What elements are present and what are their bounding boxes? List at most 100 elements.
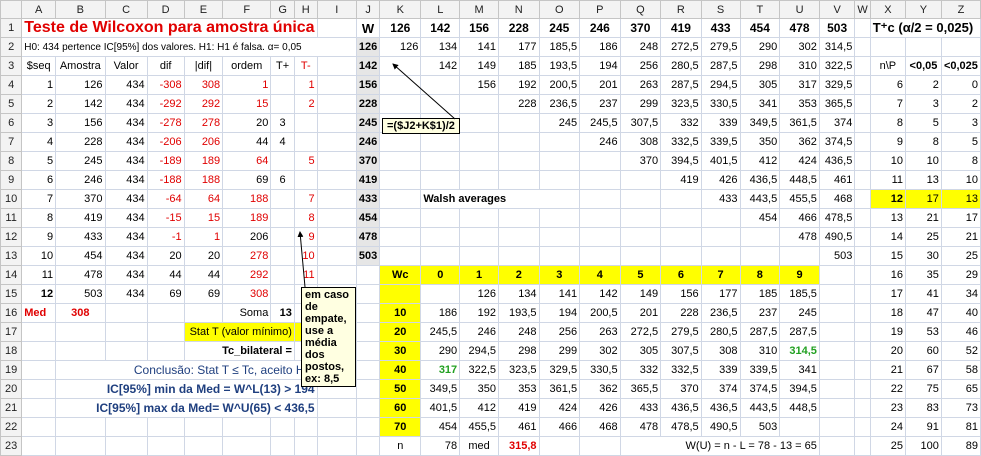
- cell[interactable]: 237: [739, 303, 781, 323]
- cell[interactable]: 370: [355, 151, 381, 171]
- cell[interactable]: Med: [21, 303, 57, 323]
- cell[interactable]: 5: [21, 151, 57, 171]
- cell[interactable]: 248: [619, 37, 662, 57]
- cell[interactable]: -278: [146, 113, 185, 133]
- cell[interactable]: 329,5: [538, 360, 581, 380]
- row-header[interactable]: 4: [0, 75, 23, 95]
- empty-cell[interactable]: [818, 341, 856, 361]
- cell[interactable]: 6: [660, 265, 702, 285]
- cell[interactable]: 307,5: [619, 113, 662, 133]
- cell[interactable]: 362: [579, 379, 621, 399]
- empty-cell[interactable]: [579, 208, 621, 228]
- cell[interactable]: 1: [21, 75, 57, 95]
- empty-cell[interactable]: [498, 151, 540, 171]
- empty-cell[interactable]: [316, 75, 357, 95]
- column-header-z[interactable]: Z: [940, 0, 981, 19]
- empty-cell[interactable]: [146, 436, 185, 456]
- empty-cell[interactable]: [316, 246, 357, 266]
- cell[interactable]: 278: [222, 246, 272, 266]
- cell[interactable]: 21: [905, 208, 942, 228]
- empty-cell[interactable]: [498, 170, 540, 190]
- cell[interactable]: 65: [940, 379, 981, 399]
- cell[interactable]: 1: [183, 227, 224, 247]
- empty-cell[interactable]: [818, 360, 856, 380]
- cell[interactable]: ordem: [222, 56, 272, 76]
- empty-cell[interactable]: [379, 208, 422, 228]
- empty-cell[interactable]: [498, 227, 540, 247]
- cell[interactable]: Conclusão: Stat T ≤ Tc, aceito H0.: [55, 360, 318, 380]
- cell[interactable]: 10: [869, 151, 907, 171]
- empty-cell[interactable]: [104, 417, 148, 437]
- empty-cell[interactable]: [779, 246, 820, 266]
- empty-cell[interactable]: [379, 246, 422, 266]
- empty-cell[interactable]: [270, 227, 295, 247]
- empty-cell[interactable]: [538, 227, 581, 247]
- cell[interactable]: 280,5: [660, 56, 702, 76]
- cell[interactable]: 246: [579, 132, 621, 152]
- cell[interactable]: 374: [818, 113, 856, 133]
- empty-cell[interactable]: [459, 208, 500, 228]
- cell[interactable]: 330,5: [579, 360, 621, 380]
- cell[interactable]: 245: [538, 18, 581, 38]
- cell[interactable]: 443,5: [739, 398, 781, 418]
- cell[interactable]: 10: [21, 246, 57, 266]
- cell[interactable]: 20: [183, 246, 224, 266]
- empty-cell[interactable]: [316, 417, 357, 437]
- cell[interactable]: 3: [538, 265, 581, 285]
- cell[interactable]: 35: [905, 265, 942, 285]
- cell[interactable]: 323,5: [498, 360, 540, 380]
- cell[interactable]: 25: [905, 227, 942, 247]
- cell[interactable]: 287,5: [779, 322, 820, 342]
- cell[interactable]: 15: [222, 94, 272, 114]
- column-header-x[interactable]: X: [869, 0, 907, 19]
- cell[interactable]: 60: [379, 398, 422, 418]
- column-header-l[interactable]: L: [420, 0, 461, 19]
- cell[interactable]: 149: [619, 284, 662, 304]
- cell[interactable]: 433: [355, 189, 381, 209]
- cell[interactable]: 21: [869, 360, 907, 380]
- cell[interactable]: 330,5: [700, 94, 741, 114]
- empty-cell[interactable]: [818, 417, 856, 437]
- cell[interactable]: 350: [739, 132, 781, 152]
- cell[interactable]: 193,5: [498, 303, 540, 323]
- cell[interactable]: 419: [660, 18, 702, 38]
- cell[interactable]: 7: [700, 265, 741, 285]
- cell[interactable]: 156: [459, 18, 500, 38]
- empty-cell[interactable]: [355, 322, 381, 342]
- cell[interactable]: 455,5: [779, 189, 820, 209]
- cell[interactable]: 310: [739, 341, 781, 361]
- cell[interactable]: 177: [498, 37, 540, 57]
- empty-cell[interactable]: [579, 436, 621, 456]
- cell[interactable]: 126: [379, 18, 422, 38]
- column-header-j[interactable]: J: [355, 0, 381, 19]
- cell[interactable]: 308: [700, 341, 741, 361]
- cell[interactable]: 69: [183, 284, 224, 304]
- empty-cell[interactable]: [818, 303, 856, 323]
- cell[interactable]: 349,5: [739, 113, 781, 133]
- cell[interactable]: 9: [869, 132, 907, 152]
- empty-cell[interactable]: [420, 208, 461, 228]
- empty-cell[interactable]: [270, 151, 295, 171]
- cell[interactable]: Tc_bilateral =: [183, 341, 295, 361]
- empty-cell[interactable]: [183, 303, 224, 323]
- cell[interactable]: 5: [940, 132, 981, 152]
- empty-cell[interactable]: [355, 265, 381, 285]
- cell[interactable]: [379, 284, 422, 304]
- cell[interactable]: 186: [420, 303, 461, 323]
- cell[interactable]: Teste de Wilcoxon para amostra única: [21, 18, 318, 38]
- cell[interactable]: 44: [222, 132, 272, 152]
- empty-cell[interactable]: [854, 208, 871, 228]
- cell[interactable]: 156: [355, 75, 381, 95]
- empty-cell[interactable]: [579, 170, 621, 190]
- cell[interactable]: 272,5: [619, 322, 662, 342]
- select-all-corner[interactable]: [0, 0, 23, 19]
- empty-cell[interactable]: [316, 132, 357, 152]
- empty-cell[interactable]: [854, 379, 871, 399]
- cell[interactable]: 9: [21, 227, 57, 247]
- column-header-n[interactable]: N: [498, 0, 540, 19]
- cell[interactable]: 434: [104, 284, 148, 304]
- empty-cell[interactable]: [619, 170, 662, 190]
- cell[interactable]: 60: [905, 341, 942, 361]
- cell[interactable]: 245,5: [579, 113, 621, 133]
- cell[interactable]: 434: [104, 132, 148, 152]
